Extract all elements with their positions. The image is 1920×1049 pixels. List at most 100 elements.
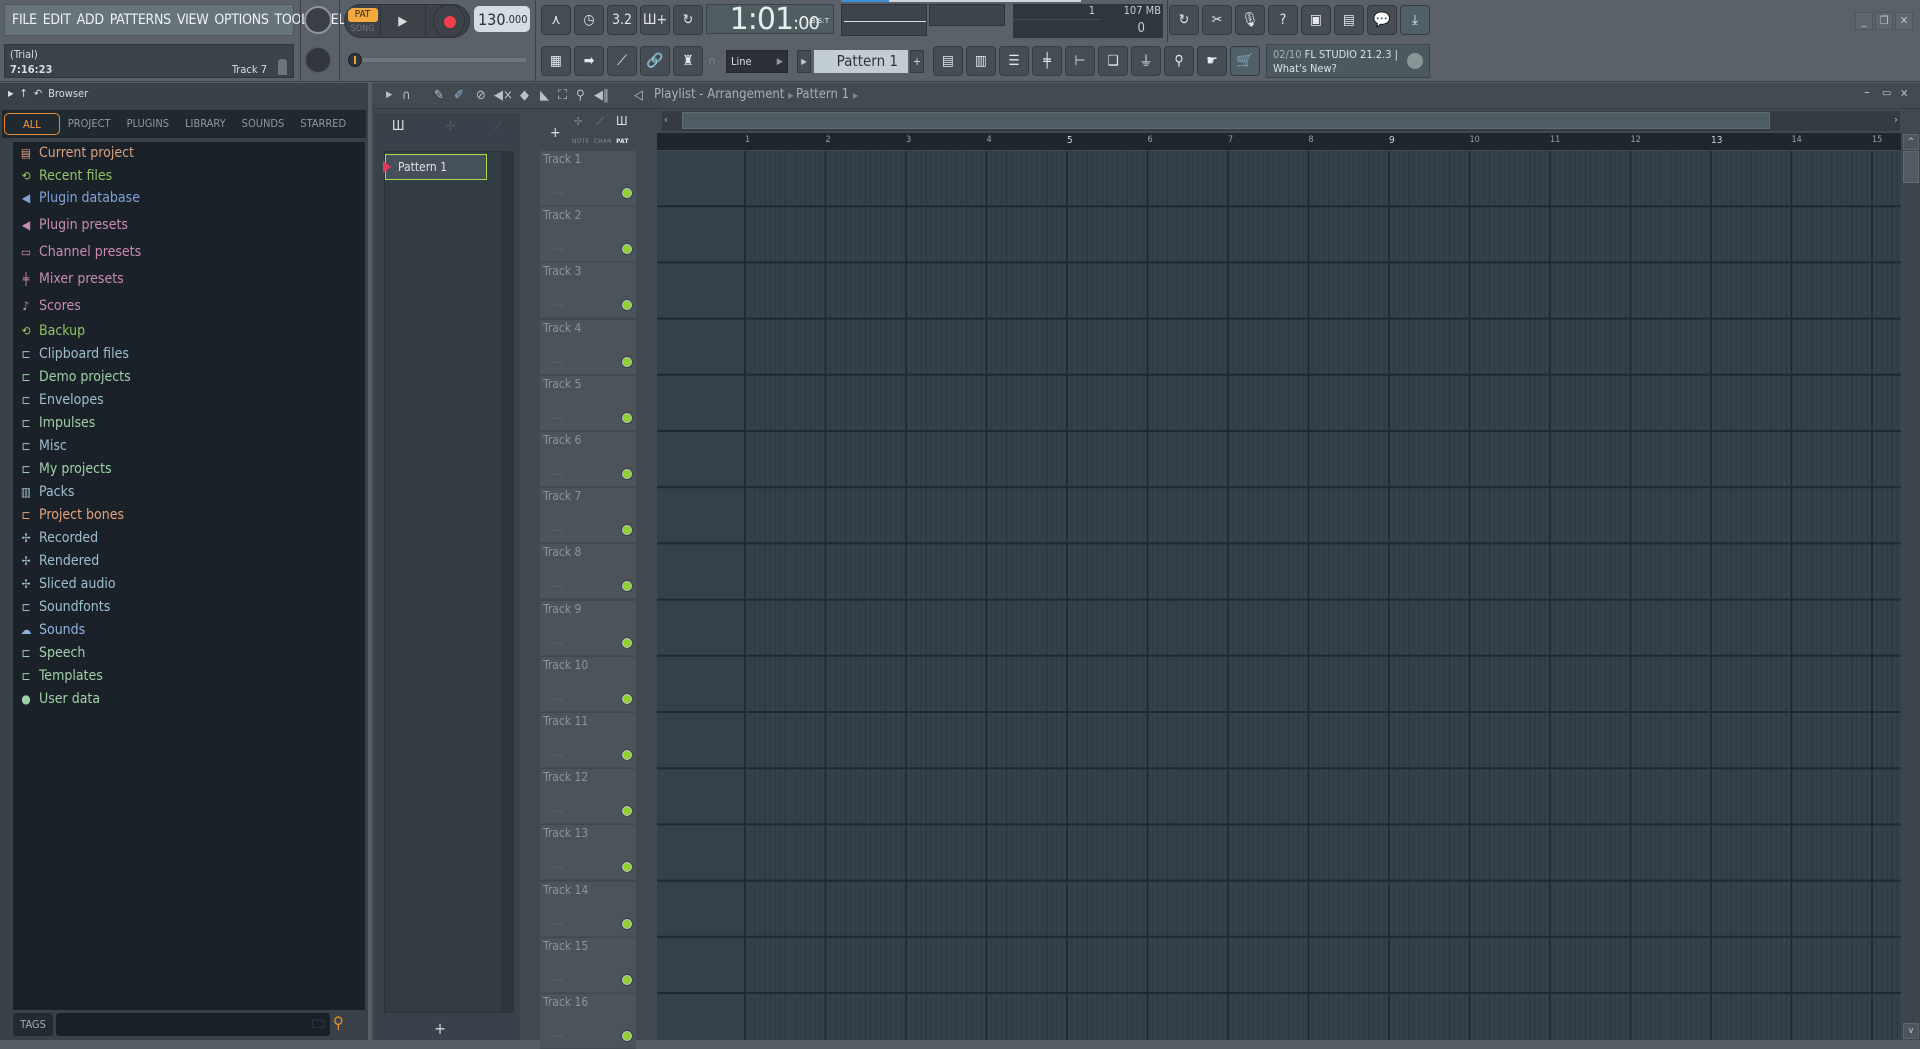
playlist-minimize-icon[interactable]: – <box>1864 85 1870 100</box>
whats-new-link[interactable]: What's New? <box>1273 62 1423 76</box>
browser-item[interactable]: ☁ Sounds <box>19 622 86 638</box>
link-button[interactable]: 🔗 <box>640 46 670 76</box>
menu-view[interactable]: VIEW <box>174 12 212 28</box>
track-mute-led[interactable] <box>622 525 632 536</box>
browser-item[interactable]: ⟲ Recent files <box>19 168 112 184</box>
track-mute-led[interactable] <box>622 637 632 648</box>
pat-mode[interactable]: PAT <box>347 8 378 22</box>
master-pitch-knob[interactable] <box>304 46 332 74</box>
picker-audio-icon[interactable]: ✢ <box>446 119 455 133</box>
loop-record-button[interactable]: ↻ <box>673 5 703 35</box>
chan-label[interactable]: CHAN <box>594 137 612 145</box>
track-header[interactable]: Track 10... <box>540 656 636 712</box>
magnet-snap-icon[interactable]: ∩ <box>402 88 411 103</box>
browser-item[interactable]: ◀ Plugin database <box>19 190 140 206</box>
mixer-button[interactable]: ☰ <box>999 46 1029 76</box>
help-button[interactable]: ? <box>1268 5 1298 35</box>
tab-sounds[interactable]: SOUNDS <box>234 113 293 135</box>
scroll-up-icon[interactable]: ^ <box>1903 134 1919 150</box>
browser-item[interactable]: ⊏ Misc <box>19 438 66 454</box>
track-header[interactable]: Track 8... <box>540 544 636 600</box>
main-pitch-slider[interactable] <box>350 58 526 62</box>
browser-item[interactable]: ✢ Rendered <box>19 553 99 569</box>
chan-filter-icon[interactable]: ⟋ <box>596 115 604 129</box>
browser-item[interactable]: ⊏ Clipboard files <box>19 346 128 362</box>
pat-song-toggle[interactable]: PAT SONG <box>345 5 381 37</box>
track-options[interactable]: ... <box>554 973 563 984</box>
play-button[interactable]: ▶ <box>381 5 426 37</box>
slice-tool-icon[interactable]: ◣ <box>540 88 549 103</box>
track-options[interactable]: ... <box>554 636 563 647</box>
picker-automation-icon[interactable]: ⟋ <box>494 119 502 134</box>
track-options[interactable]: ... <box>554 917 563 928</box>
picker-add-button[interactable]: + <box>434 1019 446 1038</box>
track-header[interactable]: Track 4... <box>540 319 636 375</box>
browser-item[interactable]: ⊏ Envelopes <box>19 392 103 408</box>
browser-item[interactable]: ⊏ Project bones <box>19 507 124 523</box>
pat-label[interactable]: PAT <box>616 137 629 145</box>
app-minimize-button[interactable]: _ <box>1855 12 1873 30</box>
track-options[interactable]: ... <box>554 692 563 703</box>
track-header[interactable]: Track 1... <box>540 151 636 206</box>
browser-item[interactable]: ♪ Scores <box>19 298 81 314</box>
track-mute-led[interactable] <box>622 806 632 817</box>
tab-all[interactable]: ALL <box>4 113 60 135</box>
track-options[interactable]: ... <box>554 579 563 590</box>
pattern-item[interactable]: Pattern 1 <box>383 154 487 180</box>
playback-tool-icon[interactable]: ◀‖ <box>594 88 609 103</box>
pages-button[interactable]: ❏ <box>1098 46 1128 76</box>
menu-edit[interactable]: EDIT <box>40 12 74 28</box>
tags-button[interactable]: TAGS <box>13 1013 53 1036</box>
app-close-button[interactable]: ✕ <box>1895 12 1913 30</box>
playlist-close-icon[interactable]: ✕ <box>1900 87 1908 100</box>
app-restore-button[interactable]: ❐ <box>1875 12 1893 30</box>
browser-item[interactable]: ⊏ Templates <box>19 668 102 684</box>
download-button[interactable]: ⤓ <box>1400 5 1430 35</box>
export-button[interactable]: ▤ <box>1334 5 1364 35</box>
slip-tool-icon[interactable]: ◆ <box>520 88 529 103</box>
track-mute-led[interactable] <box>622 750 632 760</box>
vertical-scroll-thumb[interactable] <box>1903 151 1919 183</box>
note-filter-icon[interactable]: ✢ <box>574 115 582 128</box>
news-panel[interactable]: 02/10 FL STUDIO 21.2.3 | What's New? <box>1266 44 1430 78</box>
shop-button[interactable]: 🛒 <box>1230 46 1260 76</box>
track-header[interactable]: Track 5... <box>540 375 636 431</box>
chat-button[interactable]: 💬 <box>1367 5 1397 35</box>
wait-for-input-button[interactable]: ◷ <box>574 5 604 35</box>
browser-item[interactable]: ╪ Mixer presets <box>19 271 124 287</box>
note-label[interactable]: NOTE <box>572 137 589 145</box>
tags-input[interactable]: 🗀 <box>56 1013 330 1036</box>
track-options[interactable]: ... <box>554 467 563 478</box>
arrow-button[interactable]: ➡ <box>574 46 604 76</box>
browser-tree-button[interactable]: ⊢ <box>1065 46 1095 76</box>
undo-button[interactable]: ↻ <box>1169 5 1199 35</box>
zoom-tool-icon[interactable]: ⚲ <box>576 88 585 103</box>
track-mute-led[interactable] <box>622 356 632 367</box>
track-options[interactable]: ... <box>554 186 563 197</box>
piano-roll-button[interactable]: ▦ <box>541 46 571 76</box>
browser-item[interactable]: ◀ Plugin presets <box>19 217 128 233</box>
scroll-right-icon[interactable]: › <box>1894 113 1898 126</box>
song-mode[interactable]: SONG <box>351 24 375 34</box>
playlist-menu-arrow-icon[interactable]: ▶ <box>386 90 392 100</box>
plugin-button[interactable]: ♜ <box>673 46 703 76</box>
track-header[interactable]: Track 12... <box>540 769 636 825</box>
tempo-field[interactable]: 130.000 <box>474 6 530 32</box>
horizontal-scrollbar[interactable]: ‹ › <box>662 111 1900 131</box>
countdown-button[interactable]: 3.2 <box>607 5 637 35</box>
track-options[interactable]: ... <box>554 411 563 422</box>
track-header[interactable]: Track 14... <box>540 881 636 937</box>
track-header[interactable]: Track 2... <box>540 207 636 263</box>
metronome-button[interactable]: ⋏ <box>541 5 571 35</box>
playlist-maximize-icon[interactable]: ▭ <box>1882 86 1891 99</box>
tab-starred[interactable]: STARRED <box>292 113 354 135</box>
paint-tool-icon[interactable]: ✐ <box>454 88 464 103</box>
track-mute-led[interactable] <box>622 974 632 985</box>
snap-selector[interactable]: Line ▶ <box>726 50 788 73</box>
browser-item[interactable]: ✢ Sliced audio <box>19 576 115 592</box>
track-header[interactable]: Track 7... <box>540 488 636 544</box>
menu-patterns[interactable]: PATTERNS <box>107 12 174 28</box>
track-options[interactable]: ... <box>554 1029 563 1040</box>
plugin-plug-button[interactable]: ⏚ <box>1131 46 1161 76</box>
menu-options[interactable]: OPTIONS <box>211 12 271 28</box>
